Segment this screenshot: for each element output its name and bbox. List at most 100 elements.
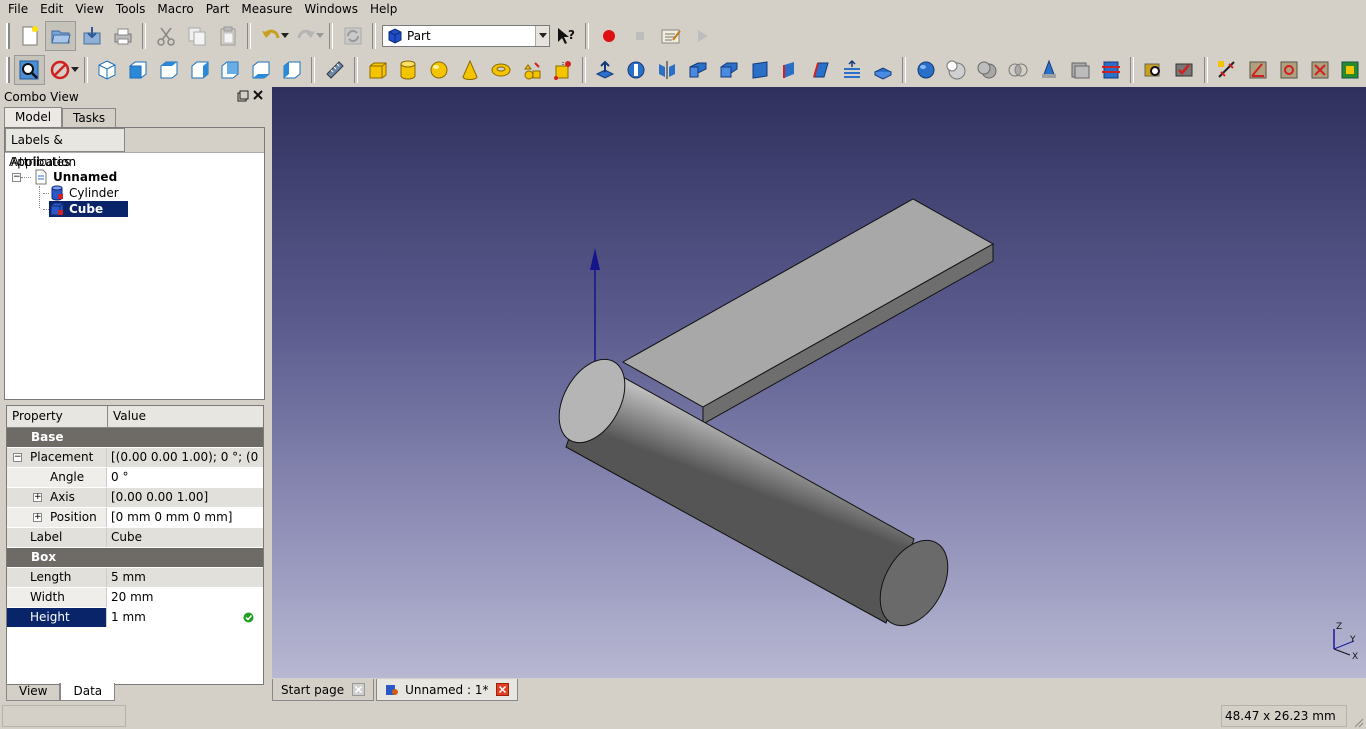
part-cone-button[interactable]	[455, 55, 486, 85]
expand-icon[interactable]: +	[33, 493, 42, 502]
part-fuse-button[interactable]	[972, 55, 1003, 85]
property-row-width[interactable]: Width 20 mm	[7, 588, 263, 608]
menu-windows[interactable]: Windows	[298, 0, 364, 18]
3d-viewport[interactable]: Z Y X	[272, 87, 1366, 678]
view-left-button[interactable]	[277, 55, 308, 85]
part-join-button[interactable]	[1034, 55, 1065, 85]
macro-edit-button[interactable]	[655, 21, 686, 51]
part-revolve-button[interactable]	[621, 55, 652, 85]
menu-part[interactable]: Part	[200, 0, 236, 18]
macro-execute-button[interactable]	[686, 21, 717, 51]
close-panel-icon[interactable]	[252, 89, 264, 101]
menu-tools[interactable]: Tools	[110, 0, 152, 18]
check-geometry-button[interactable]	[1138, 55, 1169, 85]
tree-column-header[interactable]: Labels & Attributes	[5, 128, 125, 169]
part-split-button[interactable]	[1095, 55, 1126, 85]
open-document-button[interactable]	[45, 21, 76, 51]
measure-angular-button[interactable]	[1243, 55, 1274, 85]
print-button[interactable]	[107, 21, 138, 51]
undo-dropdown[interactable]	[280, 21, 290, 51]
property-group-box[interactable]: Box	[7, 548, 263, 568]
part-mirror-button[interactable]	[652, 55, 683, 85]
expand-icon[interactable]: +	[33, 513, 42, 522]
tab-unnamed-document[interactable]: Unnamed : 1*	[376, 679, 519, 701]
part-sweep-button[interactable]	[837, 55, 868, 85]
property-column-header[interactable]: Property	[7, 406, 108, 428]
copy-button[interactable]	[181, 21, 212, 51]
tree-item-cube[interactable]: Cube	[43, 201, 128, 217]
part-cylinder-button[interactable]	[393, 55, 424, 85]
tree-item-document[interactable]: − Unnamed	[12, 169, 117, 185]
tab-data[interactable]: Data	[60, 683, 116, 701]
paste-button[interactable]	[212, 21, 243, 51]
tab-tasks[interactable]: Tasks	[62, 108, 117, 128]
close-tab-icon[interactable]	[352, 683, 366, 696]
chevron-down-icon[interactable]	[535, 26, 549, 46]
menu-view[interactable]: View	[69, 0, 109, 18]
part-shape-builder-button[interactable]	[547, 55, 578, 85]
measure-toggle-3d-button[interactable]	[1335, 55, 1366, 85]
view-bottom-button[interactable]	[246, 55, 277, 85]
save-button[interactable]	[76, 21, 107, 51]
toolbar-grip[interactable]	[6, 23, 10, 49]
measure-linear-button[interactable]	[1212, 55, 1243, 85]
menu-edit[interactable]: Edit	[34, 0, 69, 18]
redo-dropdown[interactable]	[315, 21, 325, 51]
part-make-face-button[interactable]	[744, 55, 775, 85]
part-primitives-button[interactable]	[516, 55, 547, 85]
measure-refresh-button[interactable]	[1273, 55, 1304, 85]
new-document-button[interactable]	[14, 21, 45, 51]
view-isometric-button[interactable]	[92, 55, 123, 85]
part-cut-button[interactable]	[941, 55, 972, 85]
property-group-base[interactable]: Base	[7, 428, 263, 448]
menu-file[interactable]: File	[0, 0, 34, 18]
property-row-height[interactable]: Height 1 mm	[7, 608, 263, 628]
view-rear-button[interactable]	[215, 55, 246, 85]
height-value[interactable]: 1 mm	[111, 610, 146, 624]
part-section-button[interactable]	[867, 55, 898, 85]
tab-start-page[interactable]: Start page	[272, 679, 375, 701]
resize-grip-icon[interactable]	[1352, 716, 1364, 728]
part-extrude-button[interactable]	[590, 55, 621, 85]
macro-record-button[interactable]	[593, 21, 624, 51]
toolbar-grip[interactable]	[6, 57, 10, 83]
part-sphere-button[interactable]	[424, 55, 455, 85]
cut-button[interactable]	[150, 21, 181, 51]
workbench-selector[interactable]: Part	[382, 25, 550, 47]
view-top-button[interactable]	[153, 55, 184, 85]
3d-scene[interactable]: Z Y X	[272, 87, 1366, 678]
view-front-button[interactable]	[122, 55, 153, 85]
menu-help[interactable]: Help	[364, 0, 403, 18]
value-column-header[interactable]: Value	[108, 406, 263, 428]
part-ruled-surface-button[interactable]	[775, 55, 806, 85]
defeaturing-button[interactable]	[1169, 55, 1200, 85]
tree-root[interactable]: Application	[9, 154, 76, 170]
measure-clear-button[interactable]	[1304, 55, 1335, 85]
part-loft-button[interactable]	[806, 55, 837, 85]
collapse-icon[interactable]: −	[13, 453, 22, 462]
menu-macro[interactable]: Macro	[151, 0, 199, 18]
part-boolean-button[interactable]	[910, 55, 941, 85]
property-row-placement[interactable]: − Placement [(0.00 0.00 1.00); 0 °; (0 ..…	[7, 448, 263, 468]
part-chamfer-button[interactable]	[713, 55, 744, 85]
property-row-label[interactable]: Label Cube	[7, 528, 263, 548]
tree-item-cylinder[interactable]: Cylinder	[43, 185, 119, 201]
property-row-position[interactable]: + Position [0 mm 0 mm 0 mm]	[7, 508, 263, 528]
view-right-button[interactable]	[184, 55, 215, 85]
refresh-button[interactable]	[337, 21, 368, 51]
part-common-button[interactable]	[1003, 55, 1034, 85]
menu-measure[interactable]: Measure	[235, 0, 298, 18]
macro-stop-button[interactable]	[624, 21, 655, 51]
tab-view[interactable]: View	[6, 683, 61, 701]
whats-this-button[interactable]: ?	[550, 21, 581, 51]
measure-distance-button[interactable]	[319, 55, 350, 85]
cube-shape[interactable]	[621, 198, 995, 425]
close-tab-icon[interactable]	[496, 683, 510, 696]
property-row-axis[interactable]: + Axis [0.00 0.00 1.00]	[7, 488, 263, 508]
tab-model[interactable]: Model	[4, 107, 63, 128]
property-row-length[interactable]: Length 5 mm	[7, 568, 263, 588]
draw-style-dropdown[interactable]	[70, 55, 80, 85]
part-box-button[interactable]	[362, 55, 393, 85]
part-fillet-button[interactable]	[682, 55, 713, 85]
float-panel-icon[interactable]	[237, 90, 249, 102]
